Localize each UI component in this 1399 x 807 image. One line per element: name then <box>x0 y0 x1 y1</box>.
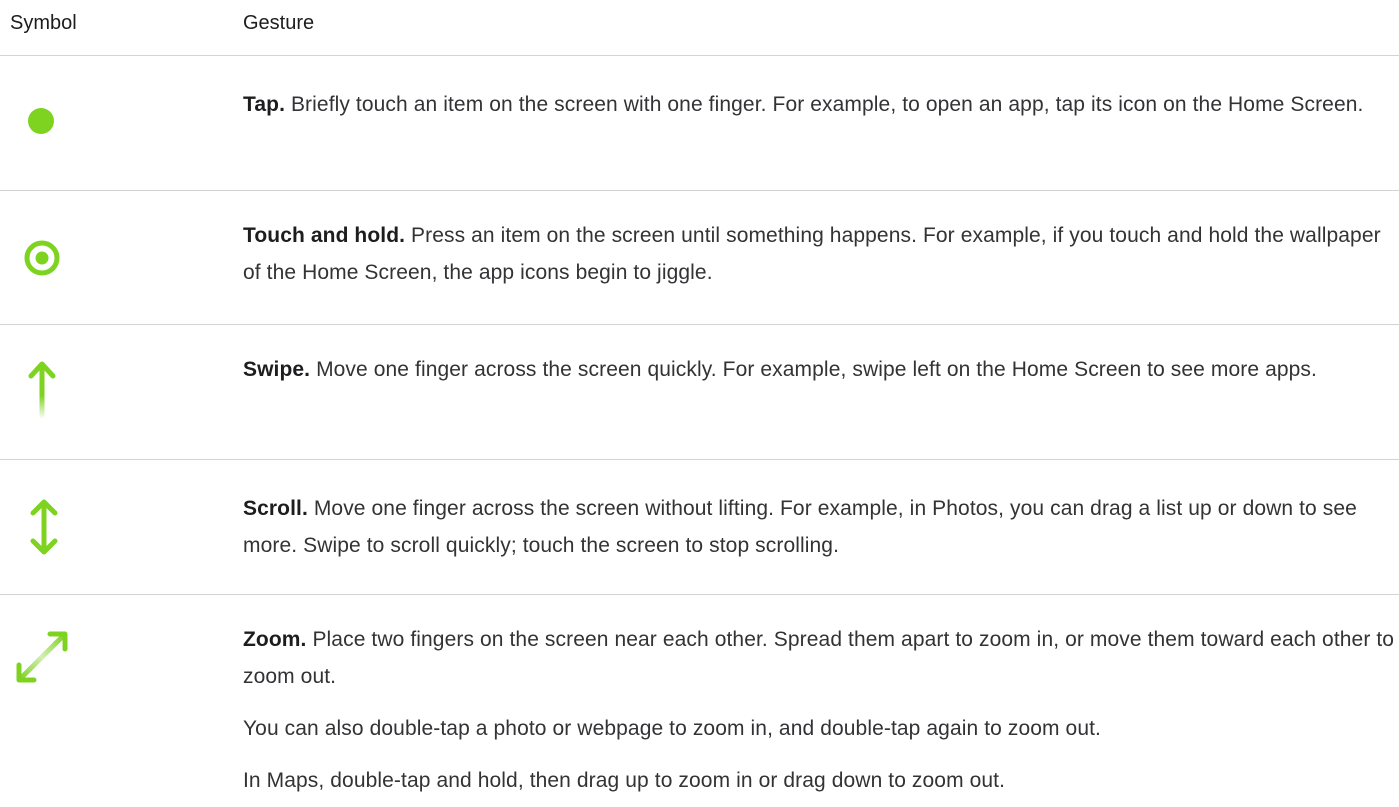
scroll-vertical-arrows-icon <box>30 499 58 555</box>
description-paragraph: Swipe. Move one finger across the screen… <box>243 351 1399 388</box>
gesture-term: Zoom. <box>243 628 307 651</box>
touch-and-hold-target-icon <box>24 240 60 276</box>
table-row-touch-and-hold: Touch and hold. Press an item on the scr… <box>0 191 1399 325</box>
gesture-term: Swipe. <box>243 358 311 381</box>
description-paragraph: Touch and hold. Press an item on the scr… <box>243 217 1399 291</box>
symbol-cell <box>0 460 230 594</box>
gesture-term: Tap. <box>243 93 286 116</box>
symbol-cell <box>0 595 230 807</box>
gesture-description: Swipe. Move one finger across the screen… <box>243 351 1399 388</box>
table-row-zoom: Zoom. Place two fingers on the screen ne… <box>0 595 1399 807</box>
symbol-cell <box>0 56 230 190</box>
description-paragraph: Zoom. Place two fingers on the screen ne… <box>243 621 1399 695</box>
gesture-term: Touch and hold. <box>243 224 406 247</box>
symbol-column-header: Symbol <box>10 12 77 34</box>
description-paragraph: You can also double-tap a photo or webpa… <box>243 717 1101 740</box>
symbol-cell <box>0 325 230 459</box>
description-text: Place two fingers on the screen near eac… <box>243 628 1395 688</box>
symbol-cell <box>0 191 230 324</box>
gesture-description: Zoom. Place two fingers on the screen ne… <box>243 621 1399 799</box>
table-row-scroll: Scroll. Move one finger across the scree… <box>0 460 1399 595</box>
gesture-description: Tap. Briefly touch an item on the screen… <box>243 86 1399 123</box>
description-paragraph: Tap. Briefly touch an item on the screen… <box>243 86 1399 123</box>
gesture-column-header: Gesture <box>243 12 315 34</box>
description-text: Briefly touch an item on the screen with… <box>290 93 1364 116</box>
zoom-diagonal-arrows-icon <box>16 631 68 683</box>
tap-dot-icon <box>28 108 54 134</box>
table-row-tap: Tap. Briefly touch an item on the screen… <box>0 56 1399 191</box>
gesture-description: Touch and hold. Press an item on the scr… <box>243 217 1399 291</box>
gesture-term: Scroll. <box>243 497 308 520</box>
gesture-table: Symbol Gesture Tap. Briefly touch an ite… <box>0 0 1399 807</box>
description-text: Move one finger across the screen quickl… <box>316 358 1317 381</box>
table-row-swipe: Swipe. Move one finger across the screen… <box>0 325 1399 460</box>
description-paragraph: Scroll. Move one finger across the scree… <box>243 490 1399 564</box>
table-header: Symbol Gesture <box>0 0 1399 56</box>
description-text: Move one finger across the screen withou… <box>243 497 1357 557</box>
description-text: Press an item on the screen until someth… <box>243 224 1381 284</box>
gesture-description: Scroll. Move one finger across the scree… <box>243 490 1399 564</box>
swipe-up-arrow-icon <box>28 361 56 419</box>
description-paragraph: In Maps, double-tap and hold, then drag … <box>243 769 1006 792</box>
